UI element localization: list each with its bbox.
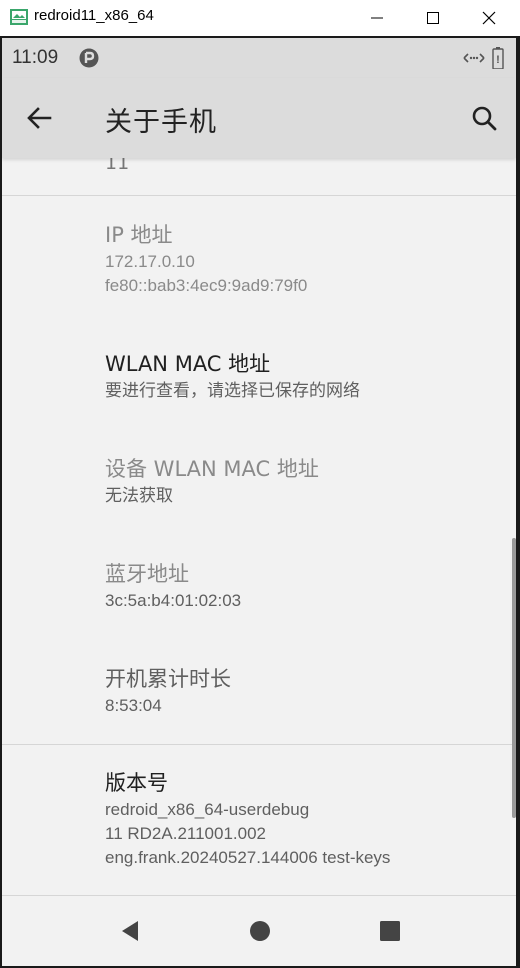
- nav-back-icon: [122, 921, 138, 941]
- item-value: 11 RD2A.211001.002: [105, 824, 266, 843]
- android-screen: 11:09 ! 关于手机 11 IP 地址 172.17.0.10 fe80::…: [2, 38, 516, 966]
- arrow-back-icon: [27, 107, 52, 129]
- section-divider: [2, 744, 516, 745]
- back-button[interactable]: [18, 96, 62, 140]
- settings-list: 11 IP 地址 172.17.0.10 fe80::bab3:4ec9:9ad…: [2, 152, 516, 896]
- list-item-wlan-mac[interactable]: WLAN MAC 地址 要进行查看，请选择已保存的网络: [105, 349, 360, 403]
- item-title: 开机累计时长: [105, 667, 231, 691]
- nav-recents-icon: [380, 921, 400, 941]
- app-bar: 关于手机: [2, 78, 516, 158]
- item-value: 无法获取: [105, 486, 173, 506]
- navigation-bar: [2, 896, 516, 966]
- nav-back-button[interactable]: [105, 906, 155, 956]
- item-value: eng.frank.20240527.144006 test-keys: [105, 848, 391, 867]
- list-item-bluetooth-address[interactable]: 蓝牙地址 3c:5a:b4:01:02:03: [105, 559, 241, 613]
- item-value: fe80::bab3:4ec9:9ad9:79f0: [105, 276, 308, 295]
- close-icon: [482, 11, 496, 25]
- item-title: 蓝牙地址: [105, 562, 189, 586]
- scrollbar[interactable]: [512, 538, 516, 818]
- window-title: redroid11_x86_64: [34, 7, 154, 24]
- nav-home-icon: [250, 921, 270, 941]
- list-item-build-number[interactable]: 版本号 redroid_x86_64-userdebug 11 RD2A.211…: [105, 768, 390, 870]
- item-title: WLAN MAC 地址: [105, 352, 271, 376]
- list-item-uptime[interactable]: 开机累计时长 8:53:04: [105, 664, 231, 718]
- list-item-ip-address[interactable]: IP 地址 172.17.0.10 fe80::bab3:4ec9:9ad9:7…: [105, 220, 307, 298]
- close-button[interactable]: [462, 0, 516, 36]
- item-value: 172.17.0.10: [105, 252, 195, 271]
- page-title: 关于手机: [105, 107, 217, 138]
- list-item-device-wlan-mac[interactable]: 设备 WLAN MAC 地址 无法获取: [105, 454, 319, 508]
- maximize-icon: [427, 12, 439, 24]
- item-value: 要进行查看，请选择已保存的网络: [105, 381, 360, 401]
- status-bar: 11:09 !: [2, 38, 516, 78]
- item-value: redroid_x86_64-userdebug: [105, 800, 310, 819]
- status-clock: 11:09: [12, 47, 59, 68]
- app-window-icon: [10, 9, 28, 25]
- search-button[interactable]: [462, 96, 506, 140]
- item-title: IP 地址: [105, 223, 173, 247]
- item-title: 版本号: [105, 771, 168, 795]
- nav-recents-button[interactable]: [365, 906, 415, 956]
- minimize-button[interactable]: [350, 0, 404, 36]
- window-frame-right: [516, 36, 520, 968]
- window-title-bar: redroid11_x86_64: [0, 0, 520, 36]
- nav-home-button[interactable]: [235, 906, 285, 956]
- search-icon: [472, 106, 497, 131]
- battery-icon: !: [492, 47, 504, 69]
- svg-text:!: !: [496, 54, 500, 66]
- item-title: 设备 WLAN MAC 地址: [105, 457, 319, 481]
- app-notification-icon: [79, 48, 99, 68]
- item-value: 3c:5a:b4:01:02:03: [105, 591, 242, 610]
- maximize-button[interactable]: [406, 0, 460, 36]
- section-divider: [2, 195, 516, 196]
- minimize-icon: [371, 17, 383, 19]
- data-transfer-icon: [463, 53, 485, 63]
- item-value: 8:53:04: [105, 696, 162, 715]
